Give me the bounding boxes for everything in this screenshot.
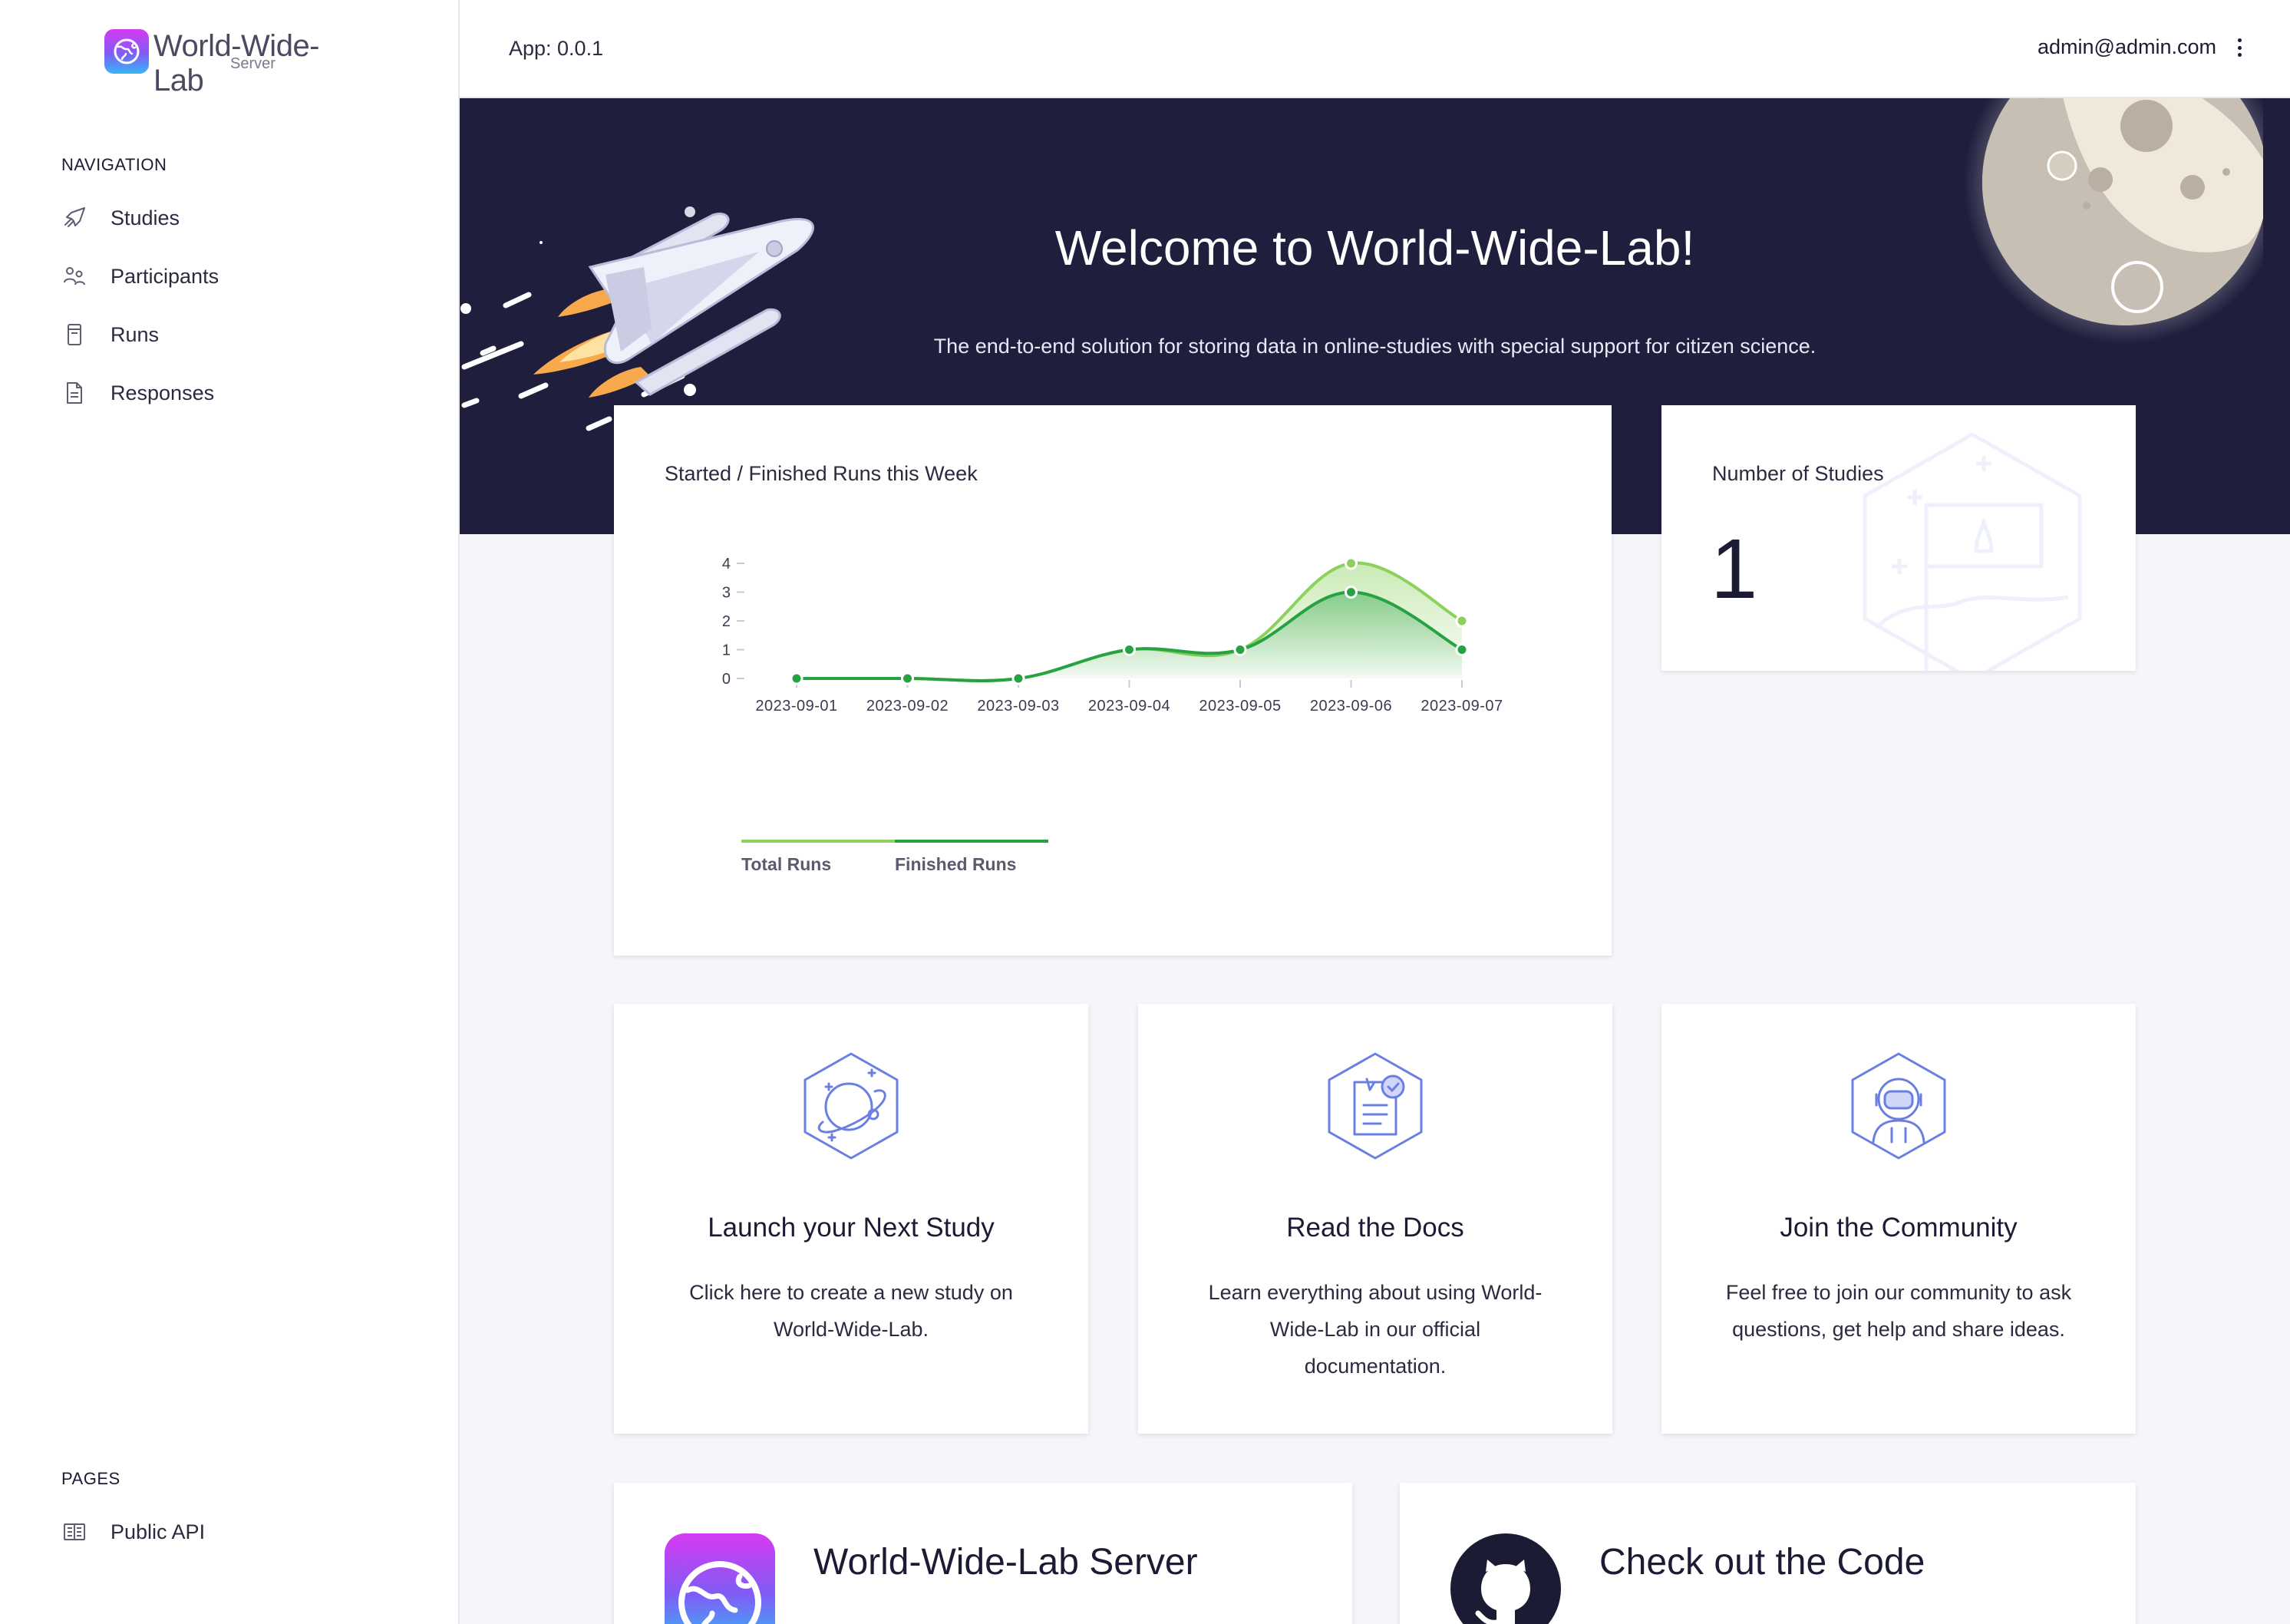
wwl-server-title: World-Wide-Lab Server <box>813 1542 1198 1583</box>
x-tick-label: 2023-09-02 <box>866 698 949 715</box>
launch-study-card[interactable]: Launch your Next Study Click here to cre… <box>614 1004 1088 1434</box>
data-point <box>790 672 803 685</box>
rocket-icon <box>61 205 87 231</box>
sidebar-item-responses[interactable]: Responses <box>61 375 214 411</box>
y-tick-label: 0 <box>722 671 731 688</box>
nav-heading: NAVIGATION <box>61 155 167 174</box>
data-point <box>1345 556 1358 570</box>
sidebar-item-label: Public API <box>111 1520 206 1543</box>
y-tick-label: 3 <box>722 585 731 602</box>
more-options-icon[interactable] <box>2232 34 2247 61</box>
legend-label: Finished Runs <box>895 854 1016 874</box>
wwl-logo-icon <box>665 1533 775 1624</box>
x-tick-label: 2023-09-04 <box>1088 698 1170 715</box>
wwl-server-card[interactable]: World-Wide-Lab Server <box>614 1483 1352 1624</box>
app-logo[interactable]: World-Wide-Lab Server <box>104 29 368 97</box>
check-code-title: Check out the Code <box>1599 1542 1925 1583</box>
x-tick-label: 2023-09-03 <box>977 698 1059 715</box>
data-point <box>1233 643 1247 656</box>
planet-icon <box>803 1052 899 1160</box>
app-version: App: 0.0.1 <box>509 37 604 60</box>
sidebar-item-label: Runs <box>111 322 160 346</box>
check-code-card[interactable]: Check out the Code <box>1400 1483 2136 1624</box>
document-icon <box>61 380 87 406</box>
sidebar: World-Wide-Lab Server NAVIGATION Studies… <box>0 0 460 1624</box>
join-community-card[interactable]: Join the Community Feel free to join our… <box>1661 1004 2136 1434</box>
studies-count: 1 <box>1711 522 1758 616</box>
feature-description: Click here to create a new study on Worl… <box>689 1281 1013 1341</box>
feature-description: Feel free to join our community to ask q… <box>1725 1281 2072 1341</box>
data-point <box>1011 672 1025 685</box>
docs-icon <box>1328 1052 1423 1160</box>
users-icon <box>61 263 87 289</box>
sidebar-item-label: Participants <box>111 264 219 288</box>
world-wide-lab-logo-icon <box>104 29 149 74</box>
studies-count-card[interactable]: Number of Studies 1 <box>1661 405 2136 671</box>
logo-subtitle: Server <box>230 55 276 72</box>
legend-label: Total Runs <box>741 854 831 874</box>
runs-chart-card: Started / Finished Runs this Week 012342… <box>614 405 1612 956</box>
feature-title: Read the Docs <box>1286 1213 1464 1243</box>
x-tick-label: 2023-09-07 <box>1421 698 1503 715</box>
sidebar-item-studies[interactable]: Studies <box>61 200 180 236</box>
runs-chart: 0 1 2 3 4 2023-09-01 2023-09-02 2023-09-03 2023-… <box>722 556 1503 874</box>
data-point <box>901 672 914 685</box>
data-point <box>1345 586 1358 599</box>
x-tick-label: 2023-09-06 <box>1310 698 1392 715</box>
top-bar: App: 0.0.1 admin@admin.com <box>460 0 2290 98</box>
pages-heading: PAGES <box>61 1469 120 1488</box>
astronaut-icon <box>1851 1052 1946 1160</box>
runs-icon <box>61 322 87 348</box>
y-tick-label: 2 <box>722 613 731 630</box>
sidebar-item-public-api[interactable]: Public API <box>61 1513 205 1550</box>
sidebar-item-label: Responses <box>111 381 215 404</box>
feature-title: Launch your Next Study <box>708 1213 995 1243</box>
read-docs-card[interactable]: Read the Docs Learn everything about usi… <box>1138 1004 1612 1434</box>
y-tick-label: 4 <box>722 556 731 573</box>
sidebar-item-runs[interactable]: Runs <box>61 316 159 353</box>
github-icon <box>1450 1533 1561 1624</box>
x-tick-label: 2023-09-05 <box>1199 698 1281 715</box>
data-point <box>1455 614 1469 628</box>
logo-text: World-Wide-Lab Server <box>153 29 368 97</box>
x-tick-label: 2023-09-01 <box>755 698 837 715</box>
hero-subtitle: The end-to-end solution for storing data… <box>933 335 1816 358</box>
studies-label: Number of Studies <box>1712 462 1884 485</box>
series-area-1 <box>797 592 1462 681</box>
feature-title: Join the Community <box>1780 1213 2018 1243</box>
user-email[interactable]: admin@admin.com <box>2038 35 2216 59</box>
y-tick-label: 1 <box>722 642 731 659</box>
sidebar-item-participants[interactable]: Participants <box>61 258 219 295</box>
data-point <box>1455 643 1469 656</box>
api-icon <box>61 1519 87 1545</box>
data-point <box>1123 643 1136 656</box>
hero-title: Welcome to World-Wide-Lab! <box>1054 220 1695 276</box>
feature-description: Learn everything about using World-Wide-… <box>1208 1281 1543 1378</box>
sidebar-item-label: Studies <box>111 206 180 229</box>
